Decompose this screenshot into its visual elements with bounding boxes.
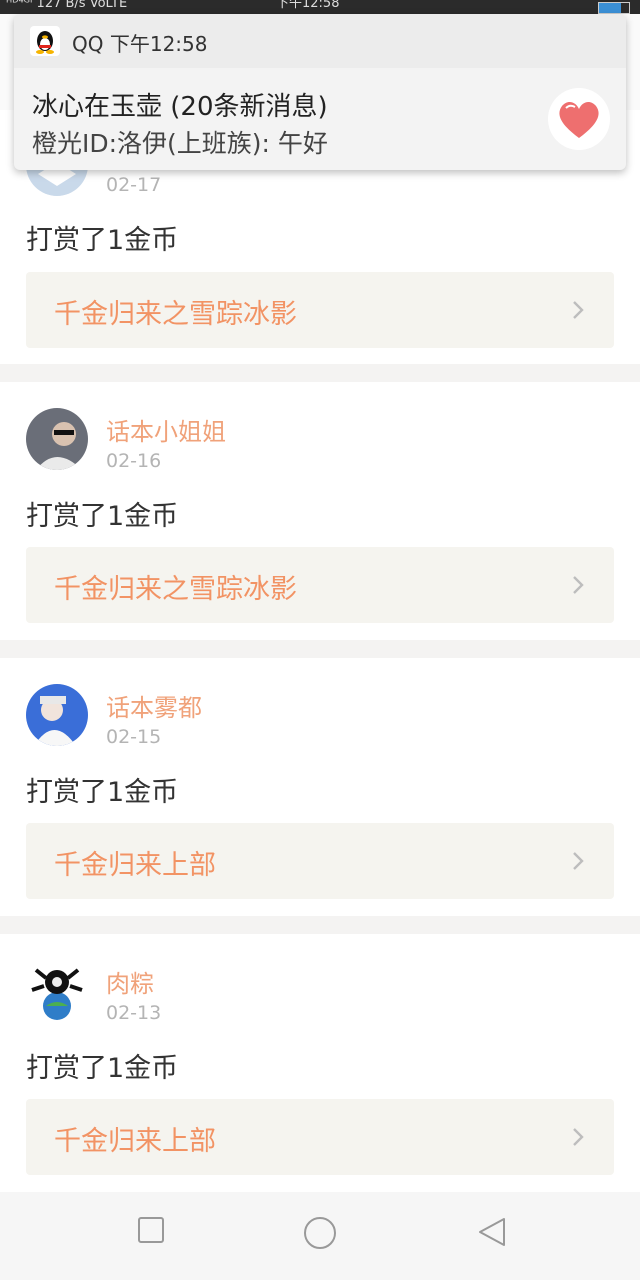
back-triangle-icon[interactable] (476, 1216, 508, 1248)
username[interactable]: 话本雾都 (106, 688, 202, 723)
qq-notification[interactable]: QQ 下午12:58 冰心在玉壶 (20条新消息) 橙光ID:洛伊(上班族): … (14, 14, 626, 170)
notification-app: QQ 下午12:58 (72, 28, 207, 57)
chevron-right-icon (573, 576, 584, 594)
list-item: 02-17 打赏了1金币 千金归来之雪踪冰影 (0, 134, 640, 364)
action-text: 打赏了1金币 (26, 1053, 179, 1084)
book-link[interactable]: 千金归来之雪踪冰影 (26, 272, 614, 348)
heart-avatar-icon (548, 88, 610, 150)
notification-text: 橙光ID:洛伊(上班族): 午好 (32, 129, 328, 158)
username[interactable]: 肉粽 (106, 964, 154, 999)
book-link[interactable]: 千金归来上部 (26, 1099, 614, 1175)
chevron-right-icon (573, 1128, 584, 1146)
notification-title: 冰心在玉壶 (20条新消息) (32, 92, 328, 122)
circle-icon[interactable] (303, 1216, 337, 1250)
list-item: 话本雾都 02-15 打赏了1金币 千金归来上部 (0, 658, 640, 916)
book-title: 千金归来之雪踪冰影 (54, 299, 297, 330)
battery-icon (598, 2, 630, 14)
status-time: 下午12:58 (276, 0, 340, 11)
square-icon[interactable] (137, 1216, 165, 1244)
book-link[interactable]: 千金归来上部 (26, 823, 614, 899)
avatar[interactable] (26, 408, 88, 470)
status-bar: ᴴᴰ⁴ᴳᴵ 127 B/s VoLTE 下午12:58 (0, 0, 640, 14)
book-link[interactable]: 千金归来之雪踪冰影 (26, 547, 614, 623)
chevron-right-icon (573, 301, 584, 319)
notification-header: QQ 下午12:58 (14, 14, 626, 68)
chevron-right-icon (573, 852, 584, 870)
book-title: 千金归来之雪踪冰影 (54, 574, 297, 605)
list-item: 肉粽 02-13 打赏了1金币 千金归来上部 (0, 934, 640, 1192)
qq-penguin-icon (30, 26, 60, 56)
list-item: 话本小姐姐 02-16 打赏了1金币 千金归来之雪踪冰影 (0, 382, 640, 640)
post-date: 02-13 (106, 1002, 162, 1024)
notification-time: 下午12:58 (109, 32, 208, 56)
post-date: 02-16 (106, 450, 162, 472)
username[interactable]: 话本小姐姐 (106, 412, 226, 447)
notification-app-name: QQ (72, 32, 104, 56)
book-title: 千金归来上部 (54, 1126, 216, 1157)
action-text: 打赏了1金币 (26, 501, 179, 532)
action-text: 打赏了1金币 (26, 225, 179, 256)
system-nav-bar (0, 1192, 640, 1280)
post-date: 02-17 (106, 174, 162, 196)
network-status: ᴴᴰ⁴ᴳᴵ 127 B/s VoLTE (6, 0, 128, 11)
avatar[interactable] (26, 684, 88, 746)
avatar[interactable] (26, 960, 88, 1022)
action-text: 打赏了1金币 (26, 777, 179, 808)
book-title: 千金归来上部 (54, 850, 216, 881)
post-date: 02-15 (106, 726, 162, 748)
